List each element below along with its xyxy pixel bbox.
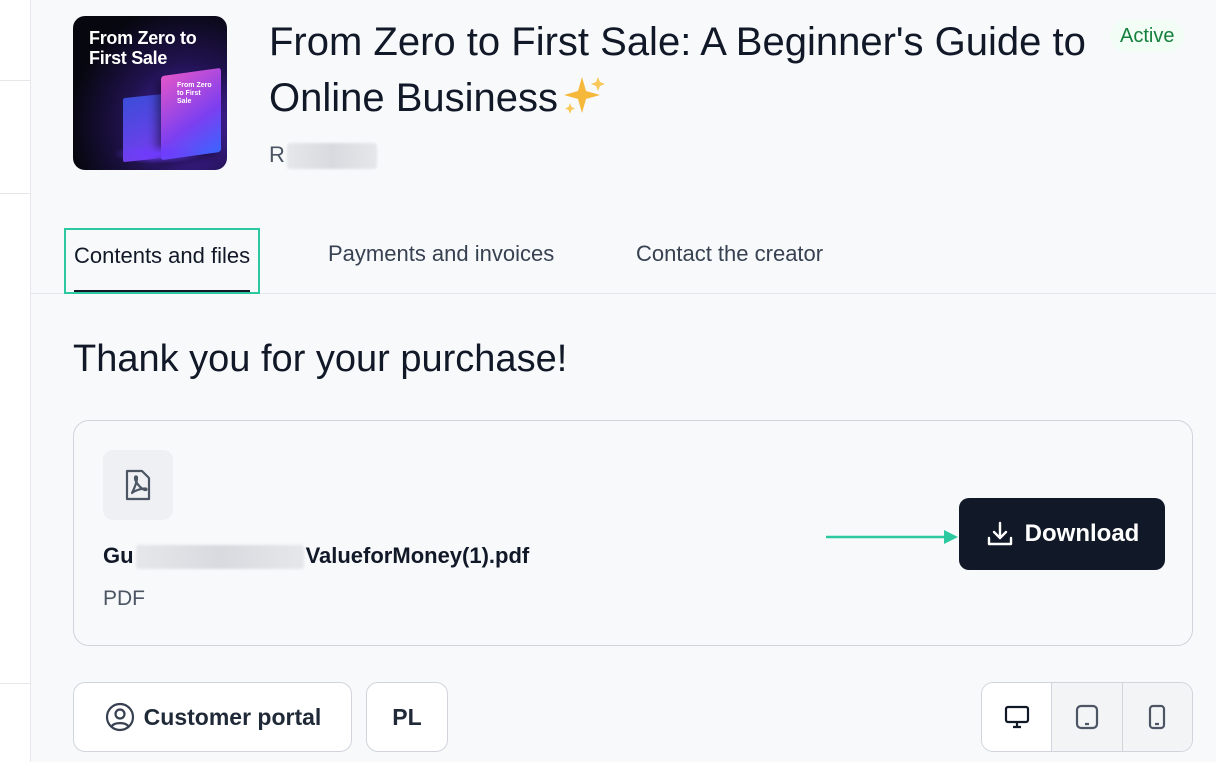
product-cover-image: From Zero to First Sale From Zero to Fir… <box>73 16 227 170</box>
cover-headline: From Zero to First Sale <box>89 28 197 68</box>
language-label: PL <box>392 703 422 730</box>
sparkles-icon <box>562 74 606 114</box>
tab-payments-and-invoices[interactable]: Payments and invoices <box>328 228 554 294</box>
creator-name: R <box>269 142 377 170</box>
customer-portal-label: Customer portal <box>143 703 322 730</box>
tab-contact-the-creator[interactable]: Contact the creator <box>636 228 823 294</box>
tab-label: Payments and invoices <box>328 241 555 266</box>
device-desktop-button[interactable] <box>982 683 1053 751</box>
file-name: Gu ValueforMoney(1).pdf <box>103 543 530 570</box>
language-button[interactable]: PL <box>366 682 448 752</box>
file-name-prefix: Gu <box>103 543 134 568</box>
rail-divider <box>0 193 31 194</box>
product-title-text: From Zero to First Sale: A Beginner's Gu… <box>269 20 1086 120</box>
rail-divider <box>0 683 31 684</box>
redacted-text <box>135 545 304 570</box>
device-preview-toggle <box>981 682 1193 752</box>
rail-divider <box>0 80 31 81</box>
tab-label: Contents and files <box>74 243 251 268</box>
tab-bar: Contents and files Payments and invoices… <box>31 228 1216 294</box>
device-mobile-button[interactable] <box>1122 683 1192 751</box>
download-button[interactable]: Download <box>959 498 1165 570</box>
file-name-suffix: ValueforMoney(1).pdf <box>305 543 530 568</box>
download-icon <box>987 521 1012 546</box>
redacted-text <box>286 143 377 170</box>
mobile-icon <box>1149 704 1166 730</box>
page-heading: Thank you for your purchase! <box>73 338 568 380</box>
tablet-icon <box>1075 704 1099 730</box>
creator-name-visible: R <box>269 142 285 167</box>
status-badge: Active <box>1110 20 1185 52</box>
pdf-icon <box>103 450 173 520</box>
file-card: Gu ValueforMoney(1).pdf PDF Download <box>73 420 1193 646</box>
arrow-annotation <box>826 530 958 544</box>
desktop-icon <box>1004 705 1029 729</box>
product-title: From Zero to First Sale: A Beginner's Gu… <box>269 14 1189 126</box>
customer-portal-button[interactable]: Customer portal <box>73 682 352 752</box>
download-label: Download <box>1024 520 1140 547</box>
tab-label: Contact the creator <box>636 241 824 266</box>
cover-book-text: From Zero to First Sale <box>177 82 212 105</box>
tab-contents-and-files[interactable]: Contents and files <box>64 228 261 294</box>
active-tab-indicator <box>74 290 251 292</box>
left-rail <box>0 0 31 762</box>
user-circle-icon <box>105 702 134 732</box>
file-type: PDF <box>103 587 145 610</box>
cover-glow <box>113 144 203 164</box>
device-tablet-button[interactable] <box>1052 683 1123 751</box>
